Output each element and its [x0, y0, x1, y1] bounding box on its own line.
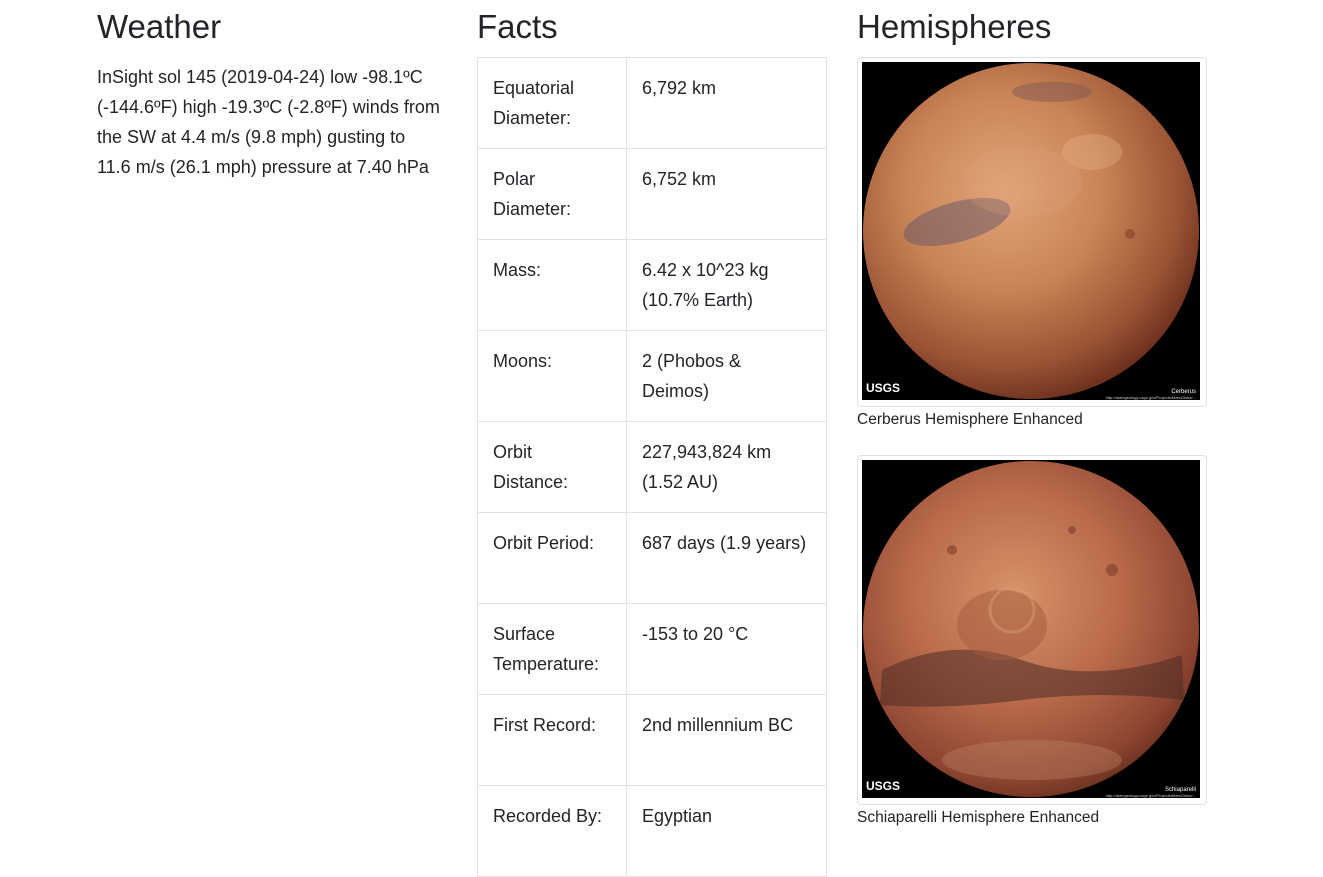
- fact-label: Equatorial Diameter:: [477, 57, 627, 149]
- weather-report-text: InSight sol 145 (2019-04-24) low -98.1ºC…: [97, 67, 440, 177]
- fact-value: 2nd millennium BC: [626, 694, 827, 786]
- facts-heading: Facts: [477, 8, 558, 45]
- fact-value: 687 days (1.9 years): [626, 512, 827, 604]
- table-row: Orbit Distance: 227,943,824 km (1.52 AU): [477, 421, 827, 513]
- facts-section: Facts Equatorial Diameter: 6,792 km Pola…: [477, 0, 827, 877]
- hemispheres-section: Hemispheres USGS Cerberus http://astroge…: [857, 0, 1207, 829]
- weather-section: Weather InSight sol 145 (2019-04-24) low…: [97, 0, 442, 182]
- fact-label: Orbit Period:: [477, 512, 627, 604]
- fact-value: 2 (Phobos & Deimos): [626, 330, 827, 422]
- fact-label: First Record:: [477, 694, 627, 786]
- table-row: Mass: 6.42 x 10^23 kg (10.7% Earth): [477, 239, 827, 331]
- fact-value: 6,752 km: [626, 148, 827, 240]
- fact-label: Surface Temperature:: [477, 603, 627, 695]
- fact-label: Mass:: [477, 239, 627, 331]
- table-row: Recorded By: Egyptian: [477, 785, 827, 877]
- table-row: Polar Diameter: 6,752 km: [477, 148, 827, 240]
- fact-label: Orbit Distance:: [477, 421, 627, 513]
- mars-globe-image: USGS Schiaparelli http://astrogeology.us…: [862, 460, 1200, 798]
- hemisphere-thumbnail-schiaparelli[interactable]: USGS Schiaparelli http://astrogeology.us…: [857, 455, 1207, 805]
- table-row: First Record: 2nd millennium BC: [477, 694, 827, 786]
- table-row: Orbit Period: 687 days (1.9 years): [477, 512, 827, 604]
- facts-table: Equatorial Diameter: 6,792 km Polar Diam…: [477, 57, 827, 877]
- fact-value: 6.42 x 10^23 kg (10.7% Earth): [626, 239, 827, 331]
- hemisphere-thumbnail-cerberus[interactable]: USGS Cerberus http://astrogeology.usgs.g…: [857, 57, 1207, 407]
- fact-value: Egyptian: [626, 785, 827, 877]
- fact-label: Recorded By:: [477, 785, 627, 877]
- hemisphere-title: Cerberus Hemisphere Enhanced: [857, 411, 1083, 428]
- image-url-text: http://astrogeology.usgs.gov/Projects/Ma…: [1106, 395, 1196, 400]
- fact-label: Polar Diameter:: [477, 148, 627, 240]
- usgs-logo: USGS: [866, 381, 900, 395]
- weather-heading: Weather: [97, 8, 222, 45]
- table-row: Equatorial Diameter: 6,792 km: [477, 57, 827, 149]
- fact-value: 227,943,824 km (1.52 AU): [626, 421, 827, 513]
- fact-value: 6,792 km: [626, 57, 827, 149]
- table-row: Surface Temperature: -153 to 20 °C: [477, 603, 827, 695]
- hemisphere-title: Schiaparelli Hemisphere Enhanced: [857, 809, 1100, 826]
- table-row: Moons: 2 (Phobos & Deimos): [477, 330, 827, 422]
- fact-label: Moons:: [477, 330, 627, 422]
- image-url-text: http://astrogeology.usgs.gov/Projects/Ma…: [1106, 793, 1196, 798]
- hemispheres-heading: Hemispheres: [857, 8, 1052, 45]
- usgs-logo: USGS: [866, 779, 900, 793]
- mars-globe-image: USGS Cerberus http://astrogeology.usgs.g…: [862, 62, 1200, 400]
- fact-value: -153 to 20 °C: [626, 603, 827, 695]
